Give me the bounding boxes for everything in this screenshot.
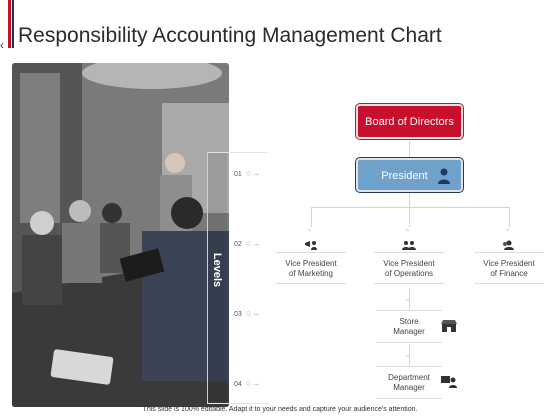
- president-node: President: [356, 158, 463, 192]
- department-manager-node: Department Manager: [376, 366, 442, 399]
- connector-line: [409, 193, 410, 207]
- vp-operations-line-2: of Operations: [384, 269, 434, 278]
- level-number: 02: [234, 241, 242, 248]
- chevron-left-icon: ‹: [0, 38, 4, 52]
- key-arrow-icon: ○→: [245, 168, 261, 178]
- level-marker: 01 ○→: [234, 168, 260, 178]
- person-icon: [438, 168, 450, 184]
- accent-bar-red: [8, 0, 11, 48]
- down-arrow-icon: ⌄: [404, 294, 411, 303]
- store-manager-line-1: Store: [399, 317, 419, 326]
- connector-line: [409, 141, 410, 158]
- vp-operations-node: Vice President of Operations: [374, 252, 444, 284]
- down-arrow-icon: ⌄: [404, 224, 411, 233]
- level-marker: 04 ○→: [234, 378, 260, 388]
- vp-finance-line-2: of Finance: [490, 269, 528, 278]
- department-manager-line-2: Manager: [393, 383, 425, 392]
- president-label: President: [381, 170, 428, 182]
- vp-finance-node: Vice President of Finance: [474, 252, 544, 284]
- levels-label: Levels: [211, 252, 223, 288]
- department-manager-line-1: Department: [388, 373, 430, 382]
- key-arrow-icon: ○→: [245, 378, 261, 388]
- megaphone-person-icon: [305, 241, 317, 250]
- meeting-photo-art: [12, 63, 229, 407]
- page-title: Responsibility Accounting Management Cha…: [18, 24, 442, 47]
- down-arrow-icon: ⌄: [404, 350, 411, 359]
- team-icon: [402, 241, 416, 250]
- key-arrow-icon: ○→: [245, 308, 261, 318]
- level-number: 03: [234, 311, 242, 318]
- level-marker: 02 ○→: [234, 238, 260, 248]
- footer-note: This slide is 100% editable. Adapt it to…: [142, 406, 418, 413]
- level-number: 01: [234, 171, 242, 178]
- vp-marketing-node: Vice President of Marketing: [276, 252, 346, 284]
- meeting-photo: [12, 63, 229, 407]
- level-marker: 03 ○→: [234, 308, 260, 318]
- store-manager-line-2: Manager: [393, 327, 425, 336]
- board-of-directors-node: Board of Directors: [356, 104, 463, 139]
- finance-person-icon: [503, 240, 514, 250]
- presentation-icon: [441, 376, 457, 388]
- level-number: 04: [234, 381, 242, 388]
- accent-bar-navy: [12, 0, 14, 48]
- vp-operations-line-1: Vice President: [383, 259, 435, 268]
- vp-finance-line-1: Vice President: [483, 259, 535, 268]
- vp-marketing-line-1: Vice President: [285, 259, 337, 268]
- down-arrow-icon: ⌄: [504, 224, 511, 233]
- store-icon: [441, 320, 457, 332]
- store-manager-node: Store Manager: [376, 310, 442, 343]
- vp-marketing-line-2: of Marketing: [288, 269, 334, 278]
- down-arrow-icon: ⌄: [306, 224, 313, 233]
- key-arrow-icon: ○→: [245, 238, 261, 248]
- connector-line: [311, 207, 509, 208]
